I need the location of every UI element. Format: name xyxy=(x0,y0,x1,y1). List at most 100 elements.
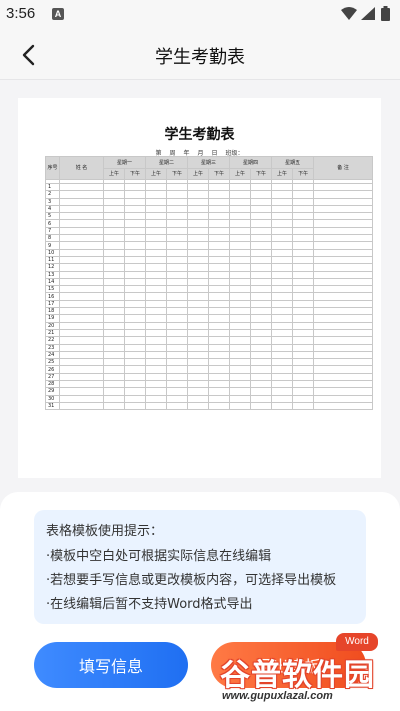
table-cell[interactable] xyxy=(59,263,104,272)
table-cell[interactable] xyxy=(271,372,294,382)
table-cell[interactable] xyxy=(145,387,168,396)
table-cell[interactable] xyxy=(313,314,374,323)
table-cell[interactable] xyxy=(229,270,252,279)
table-cell[interactable] xyxy=(313,358,374,367)
table-cell[interactable] xyxy=(313,226,374,236)
table-cell[interactable] xyxy=(59,197,104,206)
table-cell[interactable] xyxy=(103,387,125,396)
table-cell[interactable] xyxy=(166,379,189,389)
table-cell[interactable] xyxy=(271,387,294,396)
table-cell[interactable] xyxy=(313,350,374,360)
table-cell[interactable] xyxy=(187,350,210,360)
table-cell[interactable] xyxy=(208,307,231,316)
table-cell[interactable] xyxy=(59,212,104,221)
table-cell[interactable] xyxy=(313,277,374,287)
table-cell[interactable] xyxy=(208,336,231,345)
table-cell[interactable] xyxy=(187,372,210,382)
table-cell[interactable] xyxy=(145,292,168,301)
table-cell[interactable] xyxy=(250,255,273,265)
table-cell[interactable] xyxy=(166,226,189,236)
table-cell[interactable] xyxy=(103,255,125,265)
table-cell[interactable] xyxy=(123,190,147,199)
table-cell[interactable] xyxy=(187,255,210,265)
table-cell[interactable] xyxy=(292,350,315,360)
table-cell[interactable] xyxy=(229,277,252,287)
table-cell[interactable] xyxy=(187,328,210,338)
table-cell[interactable] xyxy=(187,248,210,257)
table-cell[interactable] xyxy=(123,219,147,228)
table-cell[interactable] xyxy=(250,343,273,352)
table-cell[interactable] xyxy=(313,328,374,338)
table-cell[interactable] xyxy=(59,255,104,265)
table-cell[interactable] xyxy=(271,263,294,272)
table-cell[interactable] xyxy=(250,336,273,345)
table-cell[interactable] xyxy=(292,197,315,206)
table-cell[interactable] xyxy=(292,387,315,396)
table-cell[interactable] xyxy=(313,292,374,301)
table-cell[interactable] xyxy=(292,401,315,411)
table-cell[interactable] xyxy=(229,226,252,236)
table-cell[interactable] xyxy=(313,401,374,411)
table-cell[interactable] xyxy=(145,248,168,257)
table-cell[interactable] xyxy=(229,307,252,316)
table-cell[interactable] xyxy=(103,182,125,192)
table-cell[interactable] xyxy=(166,270,189,279)
table-cell[interactable] xyxy=(59,394,104,403)
table-cell[interactable] xyxy=(103,321,125,330)
table-cell[interactable] xyxy=(103,307,125,316)
table-cell[interactable] xyxy=(208,226,231,236)
table-cell[interactable] xyxy=(271,212,294,221)
table-cell[interactable] xyxy=(103,241,125,250)
table-cell[interactable] xyxy=(103,292,125,301)
table-cell[interactable] xyxy=(103,372,125,382)
table-cell[interactable] xyxy=(250,197,273,206)
table-cell[interactable] xyxy=(208,241,231,250)
table-cell[interactable] xyxy=(59,299,104,309)
table-cell[interactable] xyxy=(166,328,189,338)
table-cell[interactable] xyxy=(292,219,315,228)
table-cell[interactable] xyxy=(59,204,104,214)
table-cell[interactable] xyxy=(229,343,252,352)
table-cell[interactable] xyxy=(208,182,231,192)
table-cell[interactable] xyxy=(313,379,374,389)
table-cell[interactable] xyxy=(59,226,104,236)
table-cell[interactable] xyxy=(145,379,168,389)
table-cell[interactable] xyxy=(187,204,210,214)
table-cell[interactable] xyxy=(166,263,189,272)
table-cell[interactable] xyxy=(103,226,125,236)
table-cell[interactable] xyxy=(229,190,252,199)
table-cell[interactable] xyxy=(229,379,252,389)
table-cell[interactable] xyxy=(292,226,315,236)
table-cell[interactable] xyxy=(166,248,189,257)
table-cell[interactable] xyxy=(166,219,189,228)
table-cell[interactable] xyxy=(145,212,168,221)
table-cell[interactable] xyxy=(59,285,104,294)
table-cell[interactable] xyxy=(187,234,210,243)
table-cell[interactable] xyxy=(292,358,315,367)
table-cell[interactable] xyxy=(271,379,294,389)
table-cell[interactable] xyxy=(59,314,104,323)
table-cell[interactable] xyxy=(250,307,273,316)
table-cell[interactable] xyxy=(271,255,294,265)
table-cell[interactable] xyxy=(229,328,252,338)
table-cell[interactable] xyxy=(208,394,231,403)
table-cell[interactable] xyxy=(59,234,104,243)
table-cell[interactable] xyxy=(292,328,315,338)
table-cell[interactable] xyxy=(250,234,273,243)
table-cell[interactable] xyxy=(229,263,252,272)
table-cell[interactable] xyxy=(208,358,231,367)
table-cell[interactable] xyxy=(187,212,210,221)
table-cell[interactable] xyxy=(103,219,125,228)
table-cell[interactable] xyxy=(123,234,147,243)
table-cell[interactable] xyxy=(166,394,189,403)
table-cell[interactable] xyxy=(229,219,252,228)
table-cell[interactable] xyxy=(145,190,168,199)
table-cell[interactable] xyxy=(271,336,294,345)
table-cell[interactable] xyxy=(145,328,168,338)
table-cell[interactable] xyxy=(59,343,104,352)
table-cell[interactable] xyxy=(187,285,210,294)
table-cell[interactable] xyxy=(166,212,189,221)
table-cell[interactable] xyxy=(271,343,294,352)
table-cell[interactable] xyxy=(313,387,374,396)
table-cell[interactable] xyxy=(229,299,252,309)
